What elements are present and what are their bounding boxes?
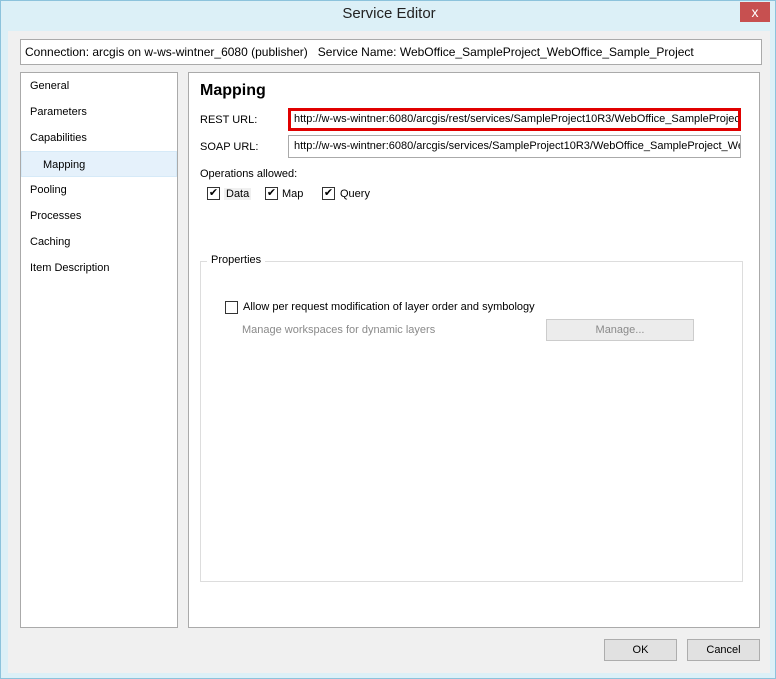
service-editor-window: Service Editor x Connection: arcgis on w…	[0, 0, 776, 679]
query-checkbox[interactable]: ✔	[322, 187, 335, 200]
data-checkbox[interactable]: ✔	[207, 187, 220, 200]
rest-url-label: REST URL:	[200, 114, 258, 126]
dialog-body: Connection: arcgis on w-ws-wintner_6080 …	[8, 31, 770, 673]
map-checkbox[interactable]: ✔	[265, 187, 278, 200]
data-label: Data	[224, 188, 252, 200]
map-label: Map	[282, 188, 304, 200]
nav-item-parameters[interactable]: Parameters	[21, 99, 177, 125]
nav-item-general[interactable]: General	[21, 73, 177, 99]
properties-title: Properties	[207, 254, 266, 266]
mapping-panel: Mapping REST URL: http://w-ws-wintner:60…	[188, 72, 760, 628]
nav-item-item-description[interactable]: Item Description	[21, 255, 177, 281]
cancel-button[interactable]: Cancel	[687, 639, 760, 661]
soap-url-label: SOAP URL:	[200, 141, 259, 153]
ok-button[interactable]: OK	[604, 639, 677, 661]
sidebar-nav: General Parameters Capabilities Mapping …	[20, 72, 178, 628]
connection-info: Connection: arcgis on w-ws-wintner_6080 …	[20, 39, 762, 65]
close-button[interactable]: x	[740, 2, 770, 22]
nav-item-pooling[interactable]: Pooling	[21, 177, 177, 203]
properties-group: Properties Allow per request modificatio…	[200, 254, 743, 582]
nav-item-mapping[interactable]: Mapping	[21, 151, 177, 177]
page-title: Mapping	[200, 82, 266, 99]
rest-url-field[interactable]: http://w-ws-wintner:6080/arcgis/rest/ser…	[288, 108, 741, 131]
soap-url-field[interactable]: http://w-ws-wintner:6080/arcgis/services…	[288, 135, 741, 158]
operations-label: Operations allowed:	[200, 168, 298, 180]
nav-item-processes[interactable]: Processes	[21, 203, 177, 229]
window-title: Service Editor	[342, 5, 436, 22]
manage-workspaces-label: Manage workspaces for dynamic layers	[242, 324, 436, 336]
nav-item-capabilities[interactable]: Capabilities	[21, 125, 177, 151]
allow-modification-label: Allow per request modification of layer …	[243, 301, 535, 313]
nav-item-caching[interactable]: Caching	[21, 229, 177, 255]
manage-button[interactable]: Manage...	[546, 319, 694, 341]
query-label: Query	[340, 188, 370, 200]
allow-modification-checkbox[interactable]	[225, 301, 238, 314]
